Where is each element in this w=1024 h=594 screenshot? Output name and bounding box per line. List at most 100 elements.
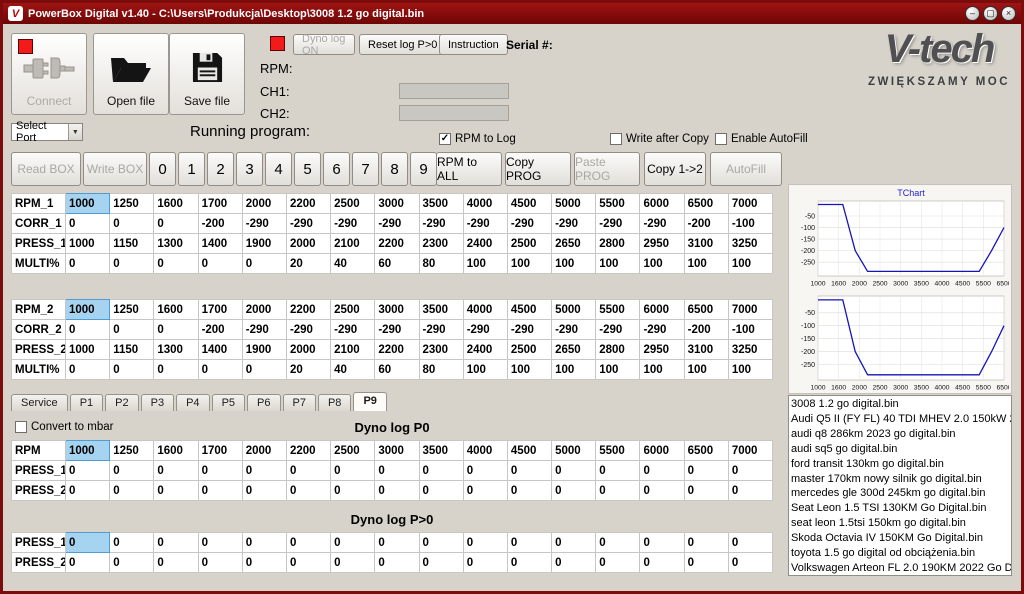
table-cell[interactable]: 0 [242, 360, 286, 380]
table-cell[interactable]: 2800 [596, 234, 640, 254]
table-cell[interactable]: -290 [507, 214, 551, 234]
table-cell[interactable]: 0 [154, 360, 198, 380]
table-cell[interactable]: 2400 [463, 340, 507, 360]
table-cell[interactable]: 100 [684, 360, 728, 380]
table-cell[interactable]: 0 [154, 320, 198, 340]
title-bar[interactable]: V PowerBox Digital v1.40 - C:\Users\Prod… [3, 3, 1021, 24]
table-cell[interactable]: 3000 [375, 441, 419, 461]
file-list-item[interactable]: master 170km nowy silnik go digital.bin [791, 472, 1011, 487]
table-cell[interactable]: -290 [419, 320, 463, 340]
table-cell[interactable]: 0 [66, 360, 110, 380]
table-cell[interactable]: 100 [463, 254, 507, 274]
table-cell[interactable]: 0 [684, 481, 728, 501]
table-cell[interactable]: 1700 [198, 194, 242, 214]
table-cell[interactable]: -290 [596, 214, 640, 234]
digit-button-9[interactable]: 9 [410, 152, 437, 186]
table-cell[interactable]: 0 [242, 461, 286, 481]
table-cell[interactable]: 0 [684, 553, 728, 573]
table-cell[interactable]: 0 [331, 533, 375, 553]
table-cell[interactable]: 4000 [463, 194, 507, 214]
table-cell[interactable]: 0 [198, 533, 242, 553]
table-cell[interactable]: 2400 [463, 234, 507, 254]
table-cell[interactable]: 0 [66, 481, 110, 501]
table-cell[interactable]: 0 [596, 481, 640, 501]
table-cell[interactable]: 5000 [552, 300, 596, 320]
table-cell[interactable]: 0 [552, 553, 596, 573]
table-cell[interactable]: 0 [640, 461, 684, 481]
table-cell[interactable]: 80 [419, 254, 463, 274]
connect-button[interactable]: Connect [11, 33, 87, 115]
table-cell[interactable]: 0 [66, 461, 110, 481]
table-cell[interactable]: 0 [640, 533, 684, 553]
table-cell[interactable]: 20 [286, 254, 330, 274]
table-cell[interactable]: 4500 [507, 300, 551, 320]
tab-p6[interactable]: P6 [247, 394, 280, 411]
table-cell[interactable]: 1000 [66, 300, 110, 320]
table-cell[interactable]: 1000 [66, 234, 110, 254]
copy-prog-button[interactable]: Copy PROG [505, 152, 571, 186]
table-cell[interactable]: -200 [198, 320, 242, 340]
table-cell[interactable]: 4500 [507, 441, 551, 461]
table-cell[interactable]: -290 [242, 320, 286, 340]
table-cell[interactable]: 0 [596, 553, 640, 573]
table-cell[interactable]: 0 [331, 481, 375, 501]
table-cell[interactable]: 7000 [728, 194, 772, 214]
table-cell[interactable]: 100 [728, 360, 772, 380]
table-cell[interactable]: 2000 [242, 300, 286, 320]
table-cell[interactable]: 2200 [375, 234, 419, 254]
table-cell[interactable]: 0 [110, 254, 154, 274]
table-cell[interactable]: 0 [110, 481, 154, 501]
table-cell[interactable]: 0 [242, 553, 286, 573]
table-cell[interactable]: -100 [728, 214, 772, 234]
tab-p4[interactable]: P4 [176, 394, 209, 411]
table-cell[interactable]: 100 [507, 360, 551, 380]
tab-service[interactable]: Service [11, 394, 68, 411]
table-cell[interactable]: 0 [110, 553, 154, 573]
table-cell[interactable]: -290 [463, 214, 507, 234]
table-cell[interactable]: 6500 [684, 441, 728, 461]
table-cell[interactable]: 0 [596, 533, 640, 553]
table-cell[interactable]: -290 [463, 320, 507, 340]
table-cell[interactable]: 0 [242, 533, 286, 553]
table-cell[interactable]: 100 [463, 360, 507, 380]
table-cell[interactable]: -290 [286, 214, 330, 234]
table-cell[interactable]: 1300 [154, 340, 198, 360]
file-list-item[interactable]: ford transit 130km go digital.bin [791, 457, 1011, 472]
table-cell[interactable]: 100 [728, 254, 772, 274]
table-cell[interactable]: 100 [552, 254, 596, 274]
table-cell[interactable]: 100 [640, 254, 684, 274]
table-cell[interactable]: 0 [419, 553, 463, 573]
table-cell[interactable]: 2500 [331, 441, 375, 461]
table-cell[interactable]: 1250 [110, 441, 154, 461]
table-cell[interactable]: 0 [198, 461, 242, 481]
table-cell[interactable]: 0 [728, 481, 772, 501]
table-cell[interactable]: 5000 [552, 441, 596, 461]
table-cell[interactable]: 6500 [684, 194, 728, 214]
write-box-button[interactable]: Write BOX [83, 152, 147, 186]
table-cell[interactable]: 0 [66, 214, 110, 234]
table-cell[interactable]: 100 [507, 254, 551, 274]
autofill-button[interactable]: AutoFill [710, 152, 782, 186]
table-cell[interactable]: 100 [552, 360, 596, 380]
table-cell[interactable]: 0 [198, 481, 242, 501]
table-cell[interactable]: 1400 [198, 340, 242, 360]
maximize-button[interactable]: ▢ [983, 6, 998, 21]
table-cell[interactable]: 0 [110, 461, 154, 481]
save-file-button[interactable]: Save file [169, 33, 245, 115]
table-cell[interactable]: 0 [154, 553, 198, 573]
table-cell[interactable]: 3100 [684, 234, 728, 254]
table-cell[interactable]: 0 [110, 214, 154, 234]
table-cell[interactable]: 2000 [242, 194, 286, 214]
table-cell[interactable]: 60 [375, 254, 419, 274]
digit-button-0[interactable]: 0 [149, 152, 176, 186]
table-cell[interactable]: 2950 [640, 234, 684, 254]
dyno-log-button[interactable]: Dyno log ON [293, 34, 355, 55]
table-cell[interactable]: 7000 [728, 300, 772, 320]
table-cell[interactable]: 1600 [154, 300, 198, 320]
digit-button-2[interactable]: 2 [207, 152, 234, 186]
instruction-button[interactable]: Instruction [439, 34, 508, 55]
table-cell[interactable]: 0 [375, 461, 419, 481]
table-cell[interactable]: 0 [596, 461, 640, 481]
table-cell[interactable]: 0 [331, 461, 375, 481]
tab-p1[interactable]: P1 [70, 394, 103, 411]
